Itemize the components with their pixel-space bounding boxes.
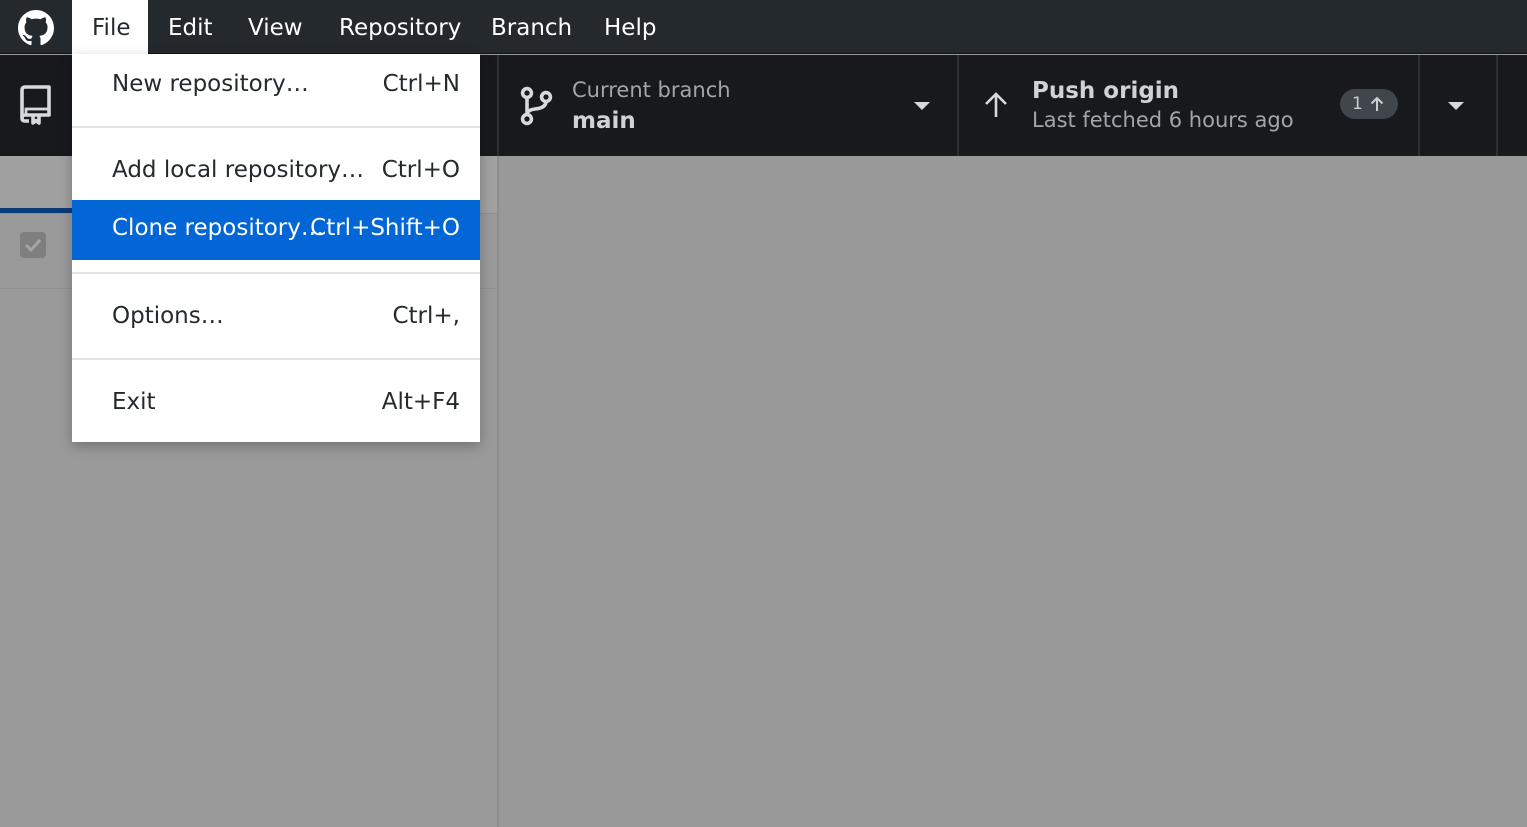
menu-item-label: Exit — [112, 389, 156, 415]
menu-item-add-local-repository[interactable]: Add local repository… Ctrl+O — [72, 142, 480, 202]
active-tab-indicator — [0, 208, 72, 213]
arrow-up-icon — [1370, 96, 1384, 111]
current-repository-button[interactable] — [0, 55, 72, 156]
menu-item-label: Add local repository… — [112, 157, 365, 183]
menu-separator — [72, 272, 480, 274]
menu-help[interactable]: Help — [584, 0, 676, 54]
menu-edit[interactable]: Edit — [148, 0, 233, 54]
last-fetched-label: Last fetched 6 hours ago — [1032, 108, 1294, 132]
menu-item-exit[interactable]: Exit Alt+F4 — [72, 374, 480, 434]
menu-item-label: New repository… — [112, 71, 309, 97]
current-branch-name: main — [572, 108, 636, 134]
repo-icon — [20, 85, 51, 125]
menu-item-shortcut: Alt+F4 — [381, 389, 460, 415]
menu-separator — [72, 126, 480, 128]
arrow-up-icon — [985, 92, 1007, 117]
menu-item-clone-repository[interactable]: Clone repository… Ctrl+Shift+O — [72, 200, 480, 260]
push-origin-title: Push origin — [1032, 78, 1180, 104]
menu-item-shortcut: Ctrl+Shift+O — [310, 215, 460, 241]
current-branch-button[interactable]: Current branch main — [499, 55, 957, 156]
menu-item-options[interactable]: Options… Ctrl+, — [72, 288, 480, 348]
chevron-down-icon — [1448, 102, 1464, 110]
push-options-dropdown[interactable] — [1420, 55, 1496, 156]
toolbar-divider — [1496, 55, 1498, 156]
select-all-checkbox[interactable] — [20, 232, 46, 258]
menu-item-shortcut: Ctrl+, — [392, 303, 460, 329]
branch-icon — [520, 86, 553, 126]
current-branch-label: Current branch — [572, 78, 731, 102]
ahead-count: 1 — [1352, 94, 1363, 114]
menu-item-label: Clone repository… — [112, 215, 324, 241]
checkmark-icon — [24, 238, 42, 253]
menu-separator — [72, 358, 480, 360]
chevron-down-icon — [914, 102, 930, 110]
github-logo-icon — [18, 10, 54, 46]
menu-bar: File Edit View Repository Branch Help — [0, 0, 1527, 54]
menu-item-label: Options… — [112, 303, 224, 329]
menu-repository[interactable]: Repository — [319, 0, 481, 54]
file-menu-dropdown: New repository… Ctrl+N Add local reposit… — [72, 54, 480, 442]
menu-branch[interactable]: Branch — [471, 0, 592, 54]
main-content — [499, 156, 1527, 827]
menu-file[interactable]: File — [72, 0, 148, 54]
ahead-count-badge: 1 — [1340, 89, 1398, 119]
menu-item-shortcut: Ctrl+O — [381, 157, 460, 183]
menu-view[interactable]: View — [228, 0, 323, 54]
menu-item-new-repository[interactable]: New repository… Ctrl+N — [72, 56, 480, 116]
menu-item-shortcut: Ctrl+N — [382, 71, 460, 97]
push-origin-button[interactable]: Push origin Last fetched 6 hours ago 1 — [959, 55, 1418, 156]
